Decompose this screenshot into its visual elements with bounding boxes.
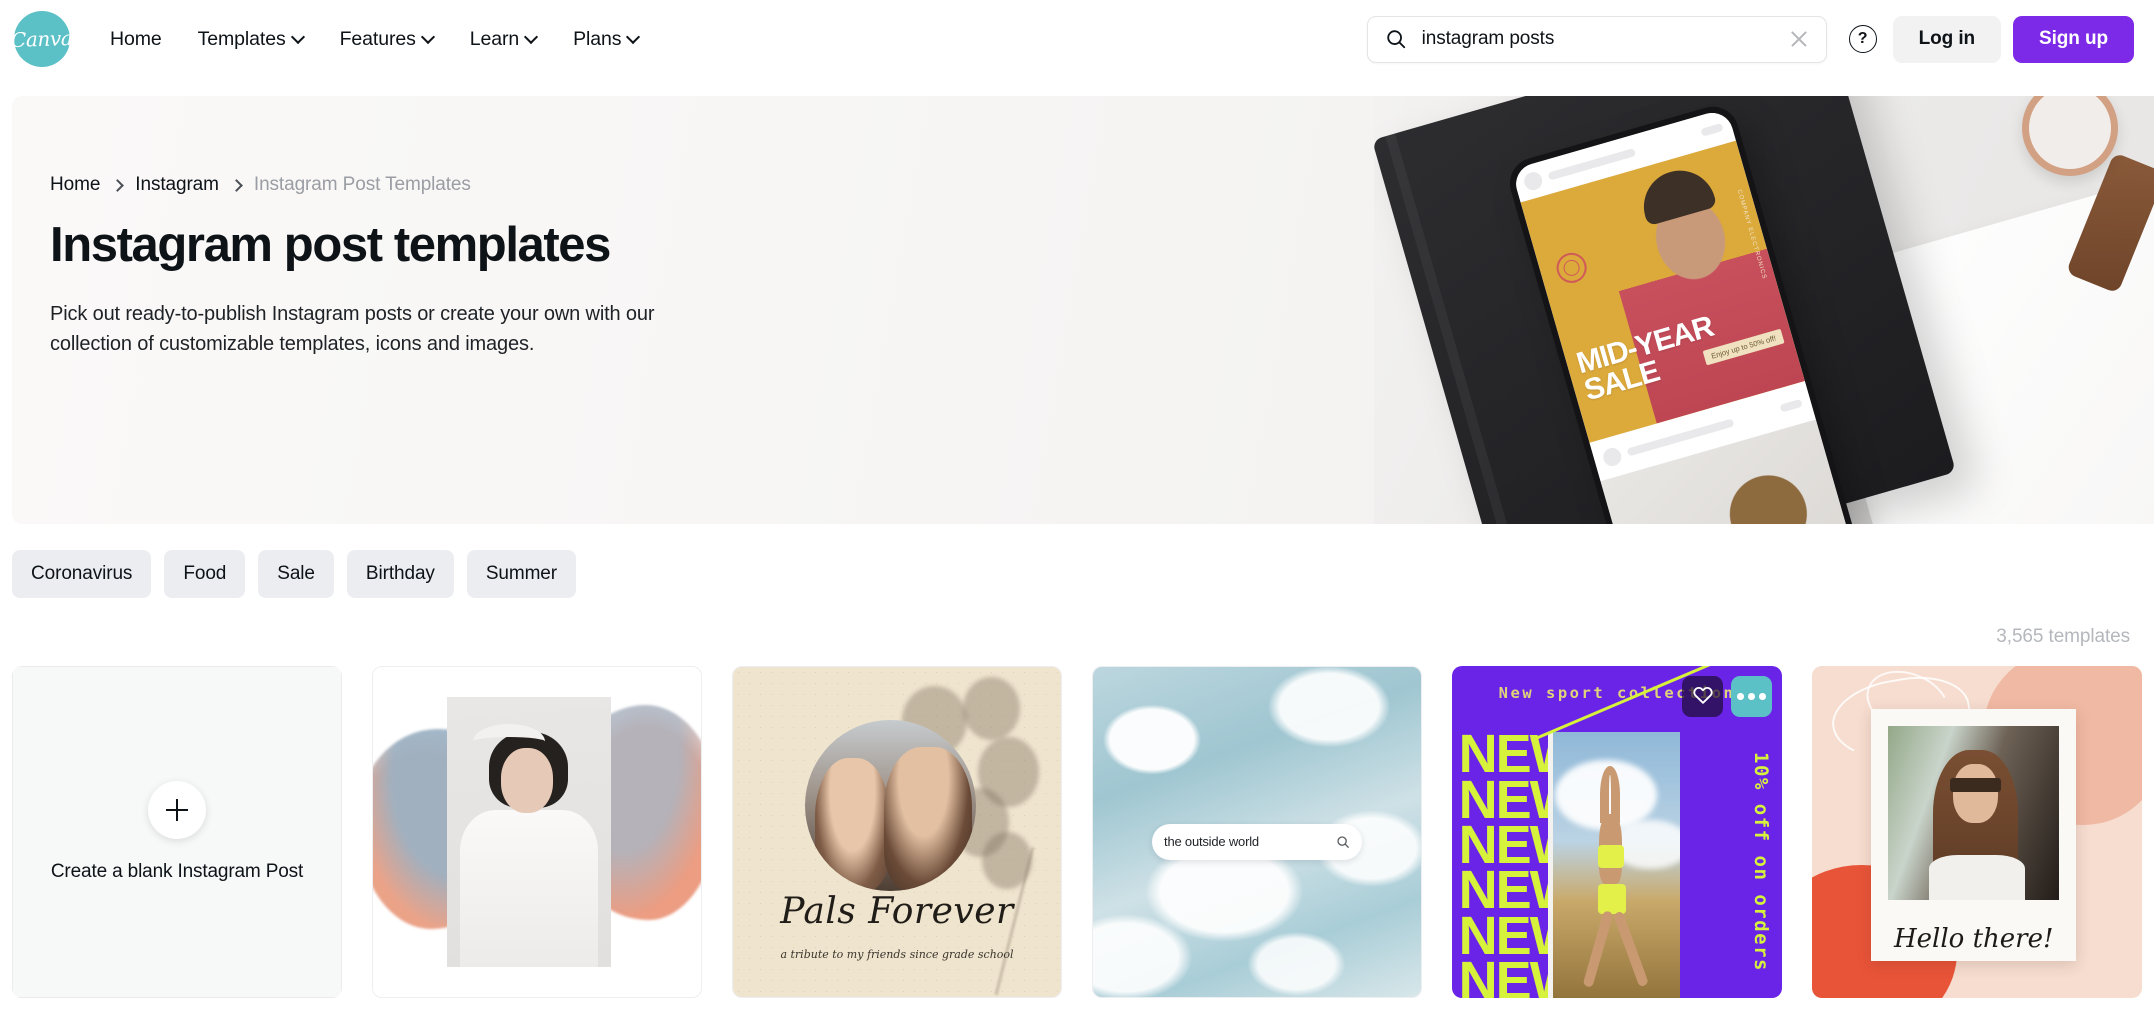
- category-chips: Coronavirus Food Sale Birthday Summer: [0, 524, 2154, 598]
- more-options-button[interactable]: [1731, 676, 1772, 717]
- athlete-leg: [1613, 910, 1650, 988]
- search-icon: [1336, 835, 1350, 849]
- results-count-row: 3,565 templates: [0, 598, 2154, 648]
- template-card-outside-world[interactable]: the outside world: [1092, 666, 1422, 998]
- template-title: Pals Forever: [780, 891, 1014, 933]
- page-title: Instagram post templates: [50, 218, 611, 272]
- model-shirt: [1929, 854, 2026, 901]
- template-card-pals-forever[interactable]: Pals Forever a tribute to my friends sin…: [732, 666, 1062, 998]
- model-body: [459, 810, 598, 968]
- search-input[interactable]: [1421, 28, 1788, 50]
- athlete-top: [1597, 844, 1625, 869]
- chip-summer[interactable]: Summer: [466, 550, 577, 598]
- polaroid-photo: [1887, 725, 2060, 901]
- breadcrumb-item-instagram[interactable]: Instagram: [135, 174, 219, 196]
- template-thumbnail: Hello there!: [1812, 666, 2142, 998]
- nav-label-learn: Learn: [469, 27, 520, 50]
- nav-item-features[interactable]: Features: [322, 20, 452, 59]
- placeholder-line: [1700, 122, 1724, 137]
- chevron-down-icon: [628, 32, 639, 43]
- plus-icon: [148, 781, 206, 839]
- nav-item-home[interactable]: Home: [92, 20, 180, 59]
- breadcrumb: Home Instagram Instagram Post Templates: [50, 174, 705, 196]
- friend-right: [883, 747, 973, 892]
- chevron-down-icon: [423, 32, 434, 43]
- hero-copy: Home Instagram Instagram Post Templates …: [50, 174, 705, 360]
- more-options-icon: [1737, 693, 1766, 700]
- create-blank-card[interactable]: Create a blank Instagram Post: [12, 666, 342, 998]
- search-icon: [1385, 28, 1407, 50]
- canva-logo[interactable]: Canva: [10, 11, 74, 67]
- template-offer-text: 10% off on orders: [1750, 752, 1773, 973]
- chip-food[interactable]: Food: [164, 550, 246, 598]
- chevron-down-icon: [293, 32, 304, 43]
- heart-icon: [1692, 684, 1714, 709]
- nav-label-plans: Plans: [573, 27, 622, 50]
- template-thumbnail: New sport collection NEW NEW NEW NEW NEW…: [1452, 666, 1782, 998]
- template-subtitle: a tribute to my friends since grade scho…: [780, 947, 1014, 961]
- sunglasses: [1949, 778, 2002, 792]
- chip-sale[interactable]: Sale: [258, 550, 334, 598]
- favorite-button[interactable]: [1682, 676, 1723, 717]
- template-thumbnail: the outside world: [1093, 667, 1421, 997]
- friend-left: [815, 757, 891, 892]
- athlete-photo: [1547, 732, 1680, 998]
- template-card-hello-there[interactable]: Hello there!: [1812, 666, 2142, 998]
- chip-birthday[interactable]: Birthday: [346, 550, 454, 598]
- template-search-bar-graphic: the outside world: [1152, 823, 1362, 861]
- canva-logo-text: Canva: [10, 25, 74, 53]
- template-grid: Create a blank Instagram Post Pals Forev…: [0, 648, 2154, 998]
- athlete-leg: [1581, 910, 1614, 989]
- main-navigation: Home Templates Features Learn Plans: [92, 20, 657, 59]
- phone-post-stamp-icon: [1553, 249, 1591, 287]
- nav-item-plans[interactable]: Plans: [555, 20, 657, 59]
- breadcrumb-item-home[interactable]: Home: [50, 174, 100, 196]
- hero-banner: COMPANY ELECTRONICS MID-YEAR SALE Enjoy …: [12, 96, 2154, 524]
- placeholder-line: [1779, 398, 1803, 413]
- create-blank-inner: Create a blank Instagram Post: [12, 666, 342, 998]
- close-icon[interactable]: [1788, 28, 1810, 50]
- polaroid-frame: Hello there!: [1871, 709, 2076, 962]
- nav-item-learn[interactable]: Learn: [452, 20, 555, 59]
- polaroid-caption: Hello there!: [1893, 923, 2054, 954]
- nav-label-templates: Templates: [197, 27, 286, 50]
- hero-artwork: COMPANY ELECTRONICS MID-YEAR SALE Enjoy …: [1374, 96, 2154, 524]
- chevron-right-icon: [113, 181, 122, 190]
- template-thumbnail: [373, 667, 701, 997]
- breadcrumb-item-current: Instagram Post Templates: [253, 174, 471, 195]
- help-icon: ?: [1848, 25, 1877, 53]
- chevron-right-icon: [232, 181, 241, 190]
- template-search-text: the outside world: [1164, 834, 1259, 850]
- model-face: [1953, 764, 1998, 824]
- model-arm: [473, 723, 546, 759]
- chevron-down-icon: [526, 32, 537, 43]
- template-card-fashion-watercolor[interactable]: [372, 666, 702, 998]
- circular-photo-frame: [805, 719, 976, 892]
- search-bar[interactable]: [1366, 15, 1827, 63]
- chip-coronavirus[interactable]: Coronavirus: [12, 550, 152, 598]
- nav-item-templates[interactable]: Templates: [180, 20, 322, 59]
- template-count: 3,565 templates: [1996, 626, 2130, 647]
- template-card-new-sport-collection[interactable]: New sport collection NEW NEW NEW NEW NEW…: [1452, 666, 1782, 998]
- login-button[interactable]: Log in: [1892, 15, 2002, 63]
- help-button[interactable]: ?: [1837, 13, 1889, 65]
- athlete-figure: [1581, 766, 1650, 989]
- athlete-shorts: [1597, 883, 1626, 915]
- template-photo: [446, 696, 611, 968]
- nav-label-home: Home: [110, 27, 162, 50]
- leaf-shadow: [963, 676, 1021, 741]
- card-hover-actions: [1682, 676, 1772, 717]
- avatar: [1522, 169, 1545, 193]
- template-thumbnail: Pals Forever a tribute to my friends sin…: [733, 667, 1061, 997]
- header-actions: ? Log in Sign up: [1366, 13, 2134, 65]
- signup-button[interactable]: Sign up: [2013, 15, 2134, 63]
- page-subtitle: Pick out ready-to-publish Instagram post…: [50, 302, 655, 356]
- create-blank-label: Create a blank Instagram Post: [50, 861, 304, 882]
- avatar: [1601, 445, 1624, 469]
- site-header: Canva Home Templates Features Learn Plan…: [0, 0, 2154, 78]
- nav-label-features: Features: [339, 27, 416, 50]
